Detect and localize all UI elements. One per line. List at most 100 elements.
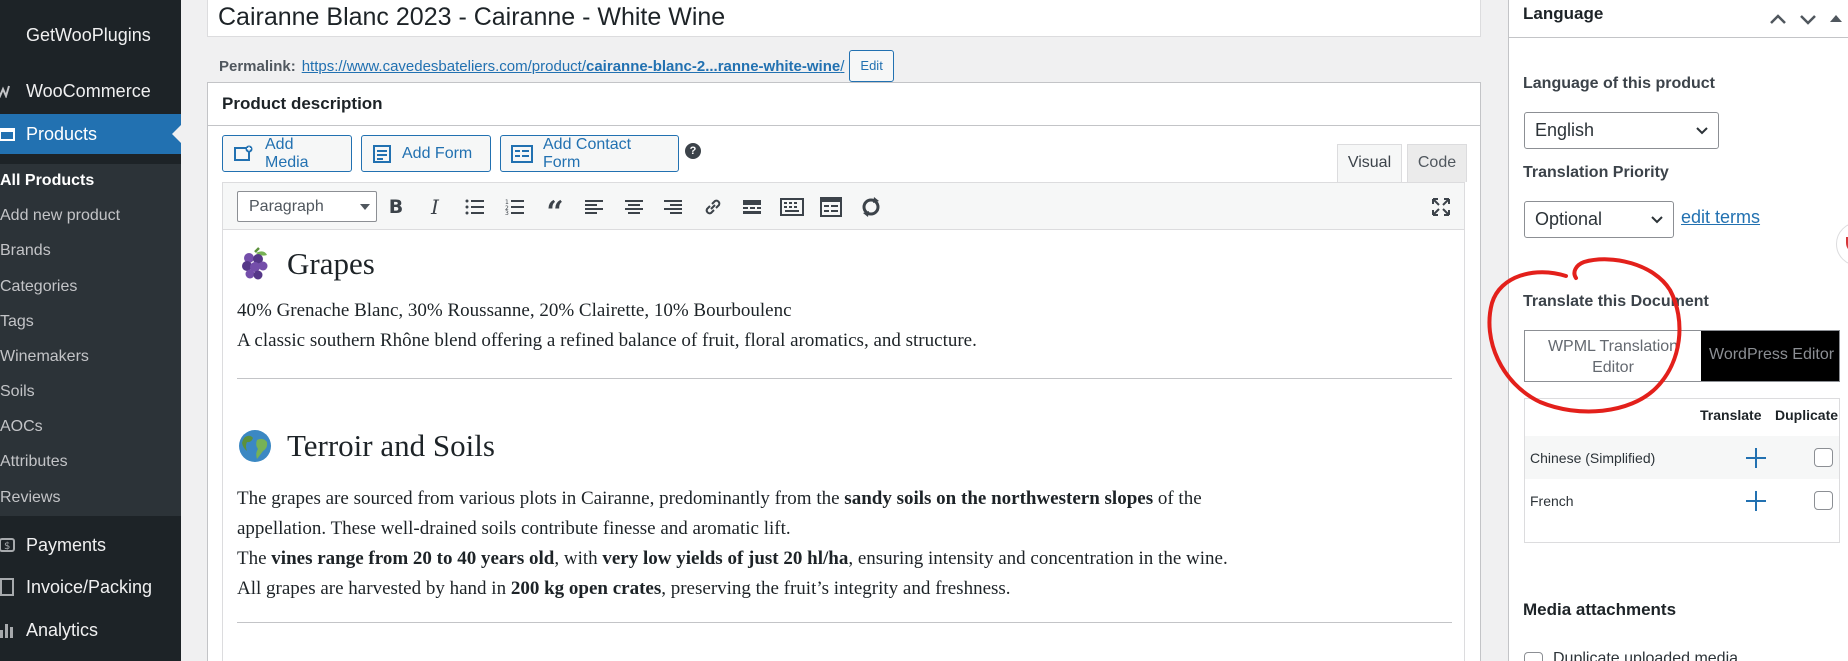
form-embed-icon — [820, 197, 842, 217]
language-panel: Language Language of this product Englis… — [1508, 0, 1848, 661]
getwooplugins-icon — [0, 22, 20, 48]
submenu-add-new-product[interactable]: Add new product — [0, 207, 120, 225]
sidebar-item-label: Products — [26, 123, 98, 144]
italic-icon: I — [431, 195, 439, 219]
language-panel-title: Language — [1523, 4, 1604, 23]
align-center-button[interactable] — [620, 194, 648, 220]
permalink-base: https://www.cavedesbateliers.com/product… — [301, 57, 586, 75]
permalink-trailing: / — [840, 57, 845, 75]
insert-form-button[interactable] — [817, 194, 845, 220]
submenu-soils[interactable]: Soils — [0, 383, 35, 401]
submenu-attributes[interactable]: Attributes — [0, 453, 68, 471]
sidebar-item-getwooplugins[interactable]: GetWooPlugins — [0, 15, 181, 55]
sidebar-item-analytics[interactable]: Analytics — [0, 610, 181, 650]
invoice-icon — [0, 574, 20, 600]
duplicate-checkbox[interactable] — [1814, 491, 1833, 510]
blockquote-button[interactable]: “ — [541, 194, 569, 228]
admin-sidebar: GetWooPlugins WooCommerce Products All P… — [0, 0, 181, 661]
terroir-line-1: The grapes are sourced from various plot… — [237, 484, 1202, 514]
editor-content[interactable]: Grapes 40% Grenache Blanc, 30% Roussanne… — [222, 230, 1465, 661]
permalink-link[interactable]: https://www.cavedesbateliers.com/product… — [302, 58, 845, 75]
add-translation-icon[interactable] — [1745, 490, 1767, 512]
sidebar-item-payments[interactable]: $ Payments — [0, 525, 181, 565]
product-title-input[interactable]: Cairanne Blanc 2023 - Cairanne - White W… — [207, 0, 1481, 37]
numbered-list-icon: 123 — [505, 199, 524, 215]
submenu-aocs[interactable]: AOCs — [0, 418, 43, 436]
bold-run: vines range from 20 to 40 years old — [271, 548, 555, 569]
align-left-button[interactable] — [580, 194, 608, 220]
sidebar-item-label: WooCommerce — [26, 80, 151, 101]
products-submenu: All Products Add new product Brands Cate… — [0, 164, 181, 516]
terroir-line-4: All grapes are harvested by hand in 200 … — [237, 574, 1011, 604]
text-run: The — [237, 548, 272, 569]
help-icon[interactable]: ? — [685, 143, 701, 159]
refresh-button[interactable] — [857, 194, 885, 220]
read-more-icon — [743, 200, 761, 214]
grapes-description-line: A classic southern Rhône blend offering … — [237, 330, 977, 351]
svg-text:$: $ — [4, 541, 10, 552]
format-select[interactable]: Paragraph — [237, 191, 377, 222]
add-media-button[interactable]: Add Media — [222, 135, 352, 172]
tab-code[interactable]: Code — [1407, 144, 1467, 182]
align-center-icon — [625, 200, 643, 214]
fullscreen-icon — [1432, 198, 1450, 216]
analytics-icon — [0, 617, 20, 643]
wpml-translation-editor-option[interactable]: WPML Translation Editor — [1525, 331, 1701, 381]
add-form-button[interactable]: Add Form — [361, 135, 491, 172]
heading-grapes-text: Grapes — [287, 246, 375, 281]
translation-priority-select[interactable]: Optional — [1524, 201, 1674, 238]
duplicate-checkbox[interactable] — [1814, 448, 1833, 467]
submenu-reviews[interactable]: Reviews — [0, 489, 60, 507]
submenu-tags[interactable]: Tags — [0, 313, 34, 331]
toolbar-toggle-button[interactable] — [778, 194, 806, 220]
grapes-icon — [242, 247, 268, 280]
sidebar-item-invoice-packing[interactable]: Invoice/Packing — [0, 567, 181, 607]
translations-table: Translate Duplicate Chinese (Simplified)… — [1524, 398, 1840, 543]
numbered-list-button[interactable]: 123 — [501, 194, 529, 220]
submenu-categories[interactable]: Categories — [0, 278, 77, 296]
products-icon — [0, 121, 20, 147]
chevron-down-icon[interactable] — [1797, 8, 1819, 30]
read-more-button[interactable] — [738, 194, 766, 220]
text-run: The grapes are sourced from various plot… — [237, 488, 845, 509]
collapse-triangle-icon[interactable] — [1825, 8, 1847, 30]
fullscreen-button[interactable] — [1427, 194, 1455, 220]
bullet-list-button[interactable] — [461, 194, 489, 220]
italic-button[interactable]: I — [421, 194, 449, 220]
add-contact-form-button[interactable]: Add Contact Form — [500, 135, 679, 172]
language-select[interactable]: English — [1524, 112, 1719, 149]
duplicate-media-checkbox[interactable] — [1524, 652, 1543, 661]
wordpress-editor-option[interactable]: WordPress Editor — [1701, 331, 1839, 381]
edit-terms-link[interactable]: edit terms — [1681, 207, 1760, 228]
sidebar-item-label: Analytics — [26, 619, 99, 640]
sidebar-item-label: Invoice/Packing — [26, 576, 153, 597]
sidebar-item-products[interactable]: Products — [0, 114, 181, 154]
align-right-button[interactable] — [659, 194, 687, 220]
insert-link-button[interactable] — [699, 194, 727, 220]
translation-priority-value: Optional — [1535, 209, 1603, 229]
bold-run: sandy soils on the northwestern slopes — [844, 488, 1154, 509]
sidebar-item-woocommerce[interactable]: WooCommerce — [0, 71, 181, 111]
heading-terroir: Terroir and Soils — [237, 428, 495, 464]
translate-document-label: Translate this Document — [1523, 293, 1709, 310]
bold-button[interactable]: B — [382, 194, 410, 220]
submenu-winemakers[interactable]: Winemakers — [0, 348, 89, 366]
permalink-slug: cairanne-blanc-2...ranne-white-wine — [586, 57, 841, 75]
globe-icon — [239, 430, 271, 462]
add-contact-form-label: Add Contact Form — [543, 135, 632, 171]
editor-choice-toggle: WPML Translation Editor WordPress Editor — [1524, 330, 1840, 382]
submenu-brands[interactable]: Brands — [0, 242, 51, 260]
terroir-line-3: The vines range from 20 to 40 years old,… — [237, 544, 1228, 574]
permalink-edit-button[interactable]: Edit — [849, 50, 894, 82]
duplicate-column-header: Duplicate — [1775, 407, 1839, 423]
format-select-value: Paragraph — [249, 198, 324, 215]
chevron-down-icon — [1651, 216, 1663, 224]
submenu-all-products[interactable]: All Products — [0, 172, 94, 190]
chevron-up-icon[interactable] — [1767, 8, 1789, 30]
text-run: , ensuring intensity and concentration i… — [848, 548, 1228, 569]
tab-visual[interactable]: Visual — [1337, 144, 1402, 184]
add-translation-icon[interactable] — [1745, 447, 1767, 469]
translate-column-header: Translate — [1700, 407, 1762, 423]
translation-priority-label: Translation Priority — [1523, 164, 1669, 181]
translation-row-french: French — [1525, 479, 1839, 522]
